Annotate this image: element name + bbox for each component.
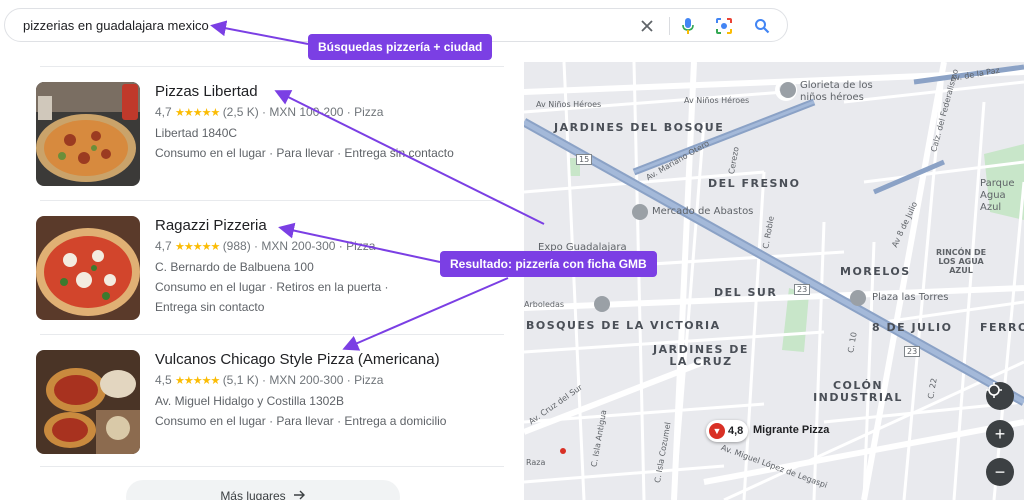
district-label: BOSQUES DE LA VICTORIA [526, 319, 721, 332]
pizza-pin-icon: ▼ [709, 423, 725, 439]
street-label: Av Niños Héroes [536, 100, 602, 109]
category: Pizza [346, 239, 376, 253]
street-label: Arboledas [524, 300, 565, 309]
lens-icon[interactable] [714, 16, 734, 36]
stars-icon: ★★★★★ [175, 107, 220, 119]
district-label: COLÓN INDUSTRIAL [813, 379, 903, 404]
search-input[interactable] [23, 17, 583, 33]
more-places-button[interactable]: Más lugares [126, 480, 400, 500]
route-badge: 23 [904, 346, 921, 357]
result-name[interactable]: Pizzas Libertad [155, 82, 505, 102]
district-label: 8 DE JULIO [872, 321, 953, 334]
shopping-cart-icon[interactable] [632, 204, 648, 220]
stars-icon: ★★★★★ [175, 241, 220, 253]
rating-value: 4,7 [155, 239, 172, 253]
price-range: MXN 200-300 [269, 373, 344, 387]
clear-icon[interactable] [637, 16, 657, 36]
service-options: Consumo en el lugar · Retiros en la puer… [155, 280, 389, 294]
search-icon[interactable] [752, 16, 772, 36]
divider [40, 200, 504, 201]
district-label: DEL FRESNO [708, 177, 801, 190]
more-places-label: Más lugares [220, 489, 286, 500]
annotation-callout: Búsquedas pizzería + ciudad [308, 34, 493, 60]
address: Libertad 1840C [155, 126, 238, 140]
search-divider [669, 17, 670, 35]
featured-pin[interactable]: ▼ 4,8 [706, 420, 748, 442]
service-options: Consumo en el lugar · Para llevar · Entr… [155, 146, 454, 160]
district-label: MORELOS [840, 265, 911, 278]
shopping-bag-icon[interactable] [850, 290, 866, 306]
category: Pizza [354, 373, 384, 387]
address: Av. Miguel Hidalgo y Costilla 1302B [155, 394, 344, 408]
divider [40, 66, 504, 67]
service-options: Consumo en el lugar · Para llevar · Entr… [155, 414, 447, 428]
district-label: RINCÓN DE LOS AGUA AZUL [935, 248, 987, 275]
map-dot-icon [560, 448, 566, 454]
result-name[interactable]: Ragazzi Pizzeria [155, 216, 505, 236]
locate-icon[interactable] [986, 382, 1014, 410]
result-meta: 4,7 ★★★★★ (2,5 K) · MXN 100-200 · Pizza [155, 105, 384, 119]
street-label: Av Niños Héroes [684, 96, 750, 105]
divider [40, 466, 504, 467]
zoom-in-icon[interactable]: + [986, 420, 1014, 448]
category: Pizza [354, 105, 384, 119]
poi-label[interactable]: Plaza las Torres [872, 292, 949, 303]
poi-label[interactable]: Mercado de Abastos [652, 206, 753, 217]
review-count: (988) [222, 239, 251, 253]
district-label: FERRO [980, 321, 1024, 334]
service-options-cont: Entrega sin contacto [155, 300, 265, 314]
rating-value: 4,5 [155, 373, 172, 387]
stars-icon: ★★★★★ [175, 375, 220, 387]
poi-label[interactable]: Parque Agua Azul [980, 178, 1024, 214]
pin-rating: 4,8 [728, 425, 744, 437]
route-badge: 23 [794, 284, 811, 295]
result-photo[interactable] [36, 216, 140, 320]
poi-label[interactable]: Glorieta de los niños héroes [800, 80, 890, 104]
annotation-callout: Resultado: pizzería con ficha GMB [440, 251, 657, 277]
result-photo[interactable] [36, 82, 140, 186]
price-range: MXN 200-300 [261, 239, 336, 253]
street-label: Raza [526, 458, 546, 467]
district-label: JARDINES DEL BOSQUE [554, 121, 725, 134]
landmark-icon[interactable] [780, 82, 796, 98]
district-label: JARDINES DE LA CRUZ [653, 343, 749, 368]
result-name[interactable]: Vulcanos Chicago Style Pizza (Americana) [155, 350, 505, 370]
result-photo[interactable] [36, 350, 140, 454]
screenshot-frame: Pizzas Libertad 4,7 ★★★★★ (2,5 K) · MXN … [0, 0, 1024, 500]
microphone-icon[interactable] [678, 16, 698, 36]
zoom-out-icon[interactable]: − [986, 458, 1014, 486]
review-count: (2,5 K) [222, 105, 259, 119]
rating-value: 4,7 [155, 105, 172, 119]
price-range: MXN 100-200 [269, 105, 344, 119]
pin-name[interactable]: Migrante Pizza [753, 424, 829, 436]
district-label: DEL SUR [714, 286, 778, 299]
divider [40, 334, 504, 335]
results-panel: Pizzas Libertad 4,7 ★★★★★ (2,5 K) · MXN … [0, 58, 524, 500]
shopping-bag-icon[interactable] [594, 296, 610, 312]
route-badge: 15 [576, 154, 593, 165]
review-count: (5,1 K) [222, 373, 259, 387]
result-meta: 4,5 ★★★★★ (5,1 K) · MXN 200-300 · Pizza [155, 373, 384, 387]
arrow-right-icon [293, 489, 306, 500]
